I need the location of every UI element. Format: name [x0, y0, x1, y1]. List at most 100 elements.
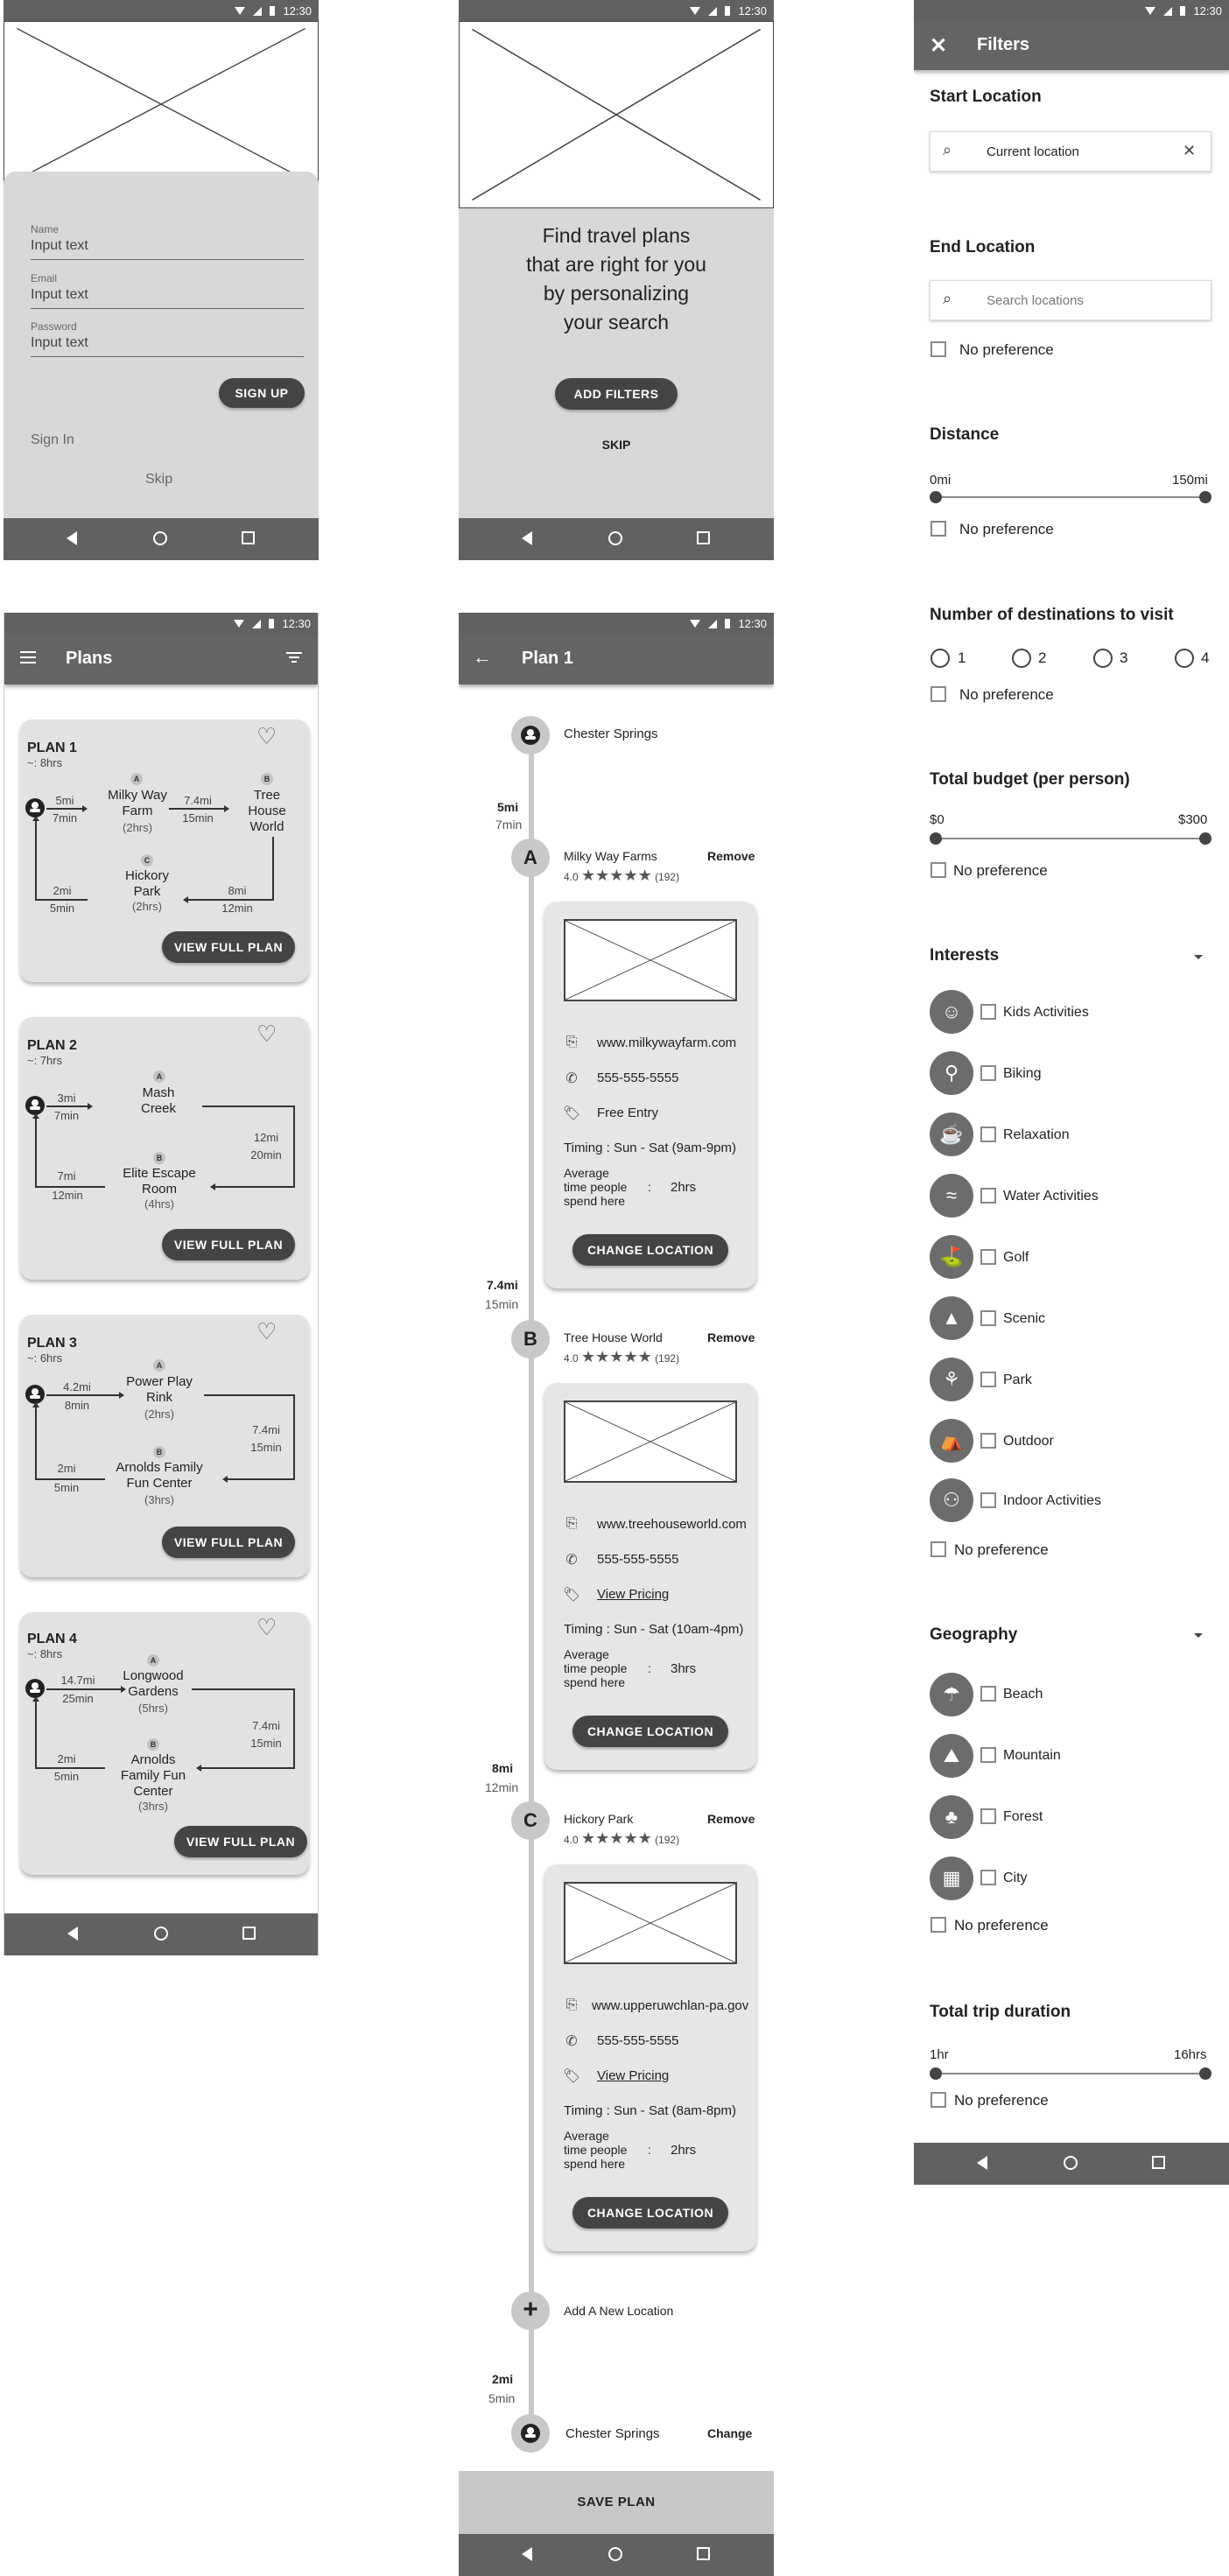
interest-checkbox-outdoor[interactable] — [980, 1433, 996, 1449]
slider-max-handle[interactable] — [1199, 832, 1211, 845]
geography-checkbox-city[interactable] — [980, 1870, 996, 1885]
destinations-radio-3[interactable] — [1093, 649, 1113, 668]
skip-link[interactable]: Skip — [145, 472, 172, 488]
interest-checkbox-water-activities[interactable] — [980, 1188, 996, 1204]
interest-checkbox-kids-activities[interactable] — [980, 1004, 996, 1020]
skip-button[interactable]: SKIP — [459, 438, 774, 452]
signin-link[interactable]: Sign In — [31, 432, 74, 448]
chevron-down-icon[interactable] — [1194, 1633, 1203, 1638]
interest-checkbox-park[interactable] — [980, 1372, 996, 1387]
view-full-plan-button[interactable]: VIEW FULL PLAN — [174, 1826, 307, 1857]
recents-nav-icon[interactable] — [242, 531, 255, 544]
interest-checkbox-relaxation[interactable] — [980, 1127, 996, 1142]
home-nav-icon[interactable] — [1064, 2156, 1078, 2170]
back-nav-icon[interactable] — [67, 1927, 78, 1941]
favorite-heart-icon[interactable]: ♡ — [256, 1614, 277, 1641]
change-location-button[interactable]: CHANGE LOCATION — [572, 2197, 728, 2229]
end-location-input[interactable]: ⌕ Search locations — [930, 280, 1211, 320]
plan-card-2[interactable]: PLAN 2 ~: 7hrs ♡ 3mi 7min A Mash Creek 1… — [20, 1017, 309, 1280]
interest-checkbox-biking[interactable] — [980, 1065, 996, 1081]
view-pricing-link[interactable]: View Pricing — [597, 1587, 669, 1602]
interest-checkbox-golf[interactable] — [980, 1249, 996, 1265]
distance-slider[interactable] — [930, 491, 1211, 503]
back-nav-icon[interactable] — [522, 2547, 532, 2561]
slider-min-handle[interactable] — [930, 491, 942, 503]
no-preference-checkbox[interactable] — [931, 521, 946, 537]
budget-slider[interactable] — [930, 832, 1211, 845]
no-preference-checkbox[interactable] — [931, 2092, 946, 2108]
slider-max-handle[interactable] — [1199, 2067, 1211, 2080]
change-end-button[interactable]: Change — [707, 2426, 752, 2440]
no-preference-checkbox[interactable] — [931, 1917, 946, 1933]
slider-min-handle[interactable] — [930, 2067, 942, 2080]
recents-nav-icon[interactable] — [242, 1927, 256, 1940]
favorite-heart-icon[interactable]: ♡ — [256, 1021, 277, 1048]
home-nav-icon[interactable] — [154, 1927, 168, 1941]
remove-button[interactable]: Remove — [707, 1330, 755, 1344]
favorite-heart-icon[interactable]: ♡ — [256, 1318, 277, 1345]
name-input[interactable]: Input text — [31, 238, 304, 260]
back-arrow-icon[interactable]: ← — [473, 646, 492, 669]
back-nav-icon[interactable] — [977, 2156, 987, 2170]
website-link[interactable]: www.milkywayfarm.com — [597, 1035, 736, 1050]
password-input[interactable]: Input text — [31, 335, 304, 357]
view-full-plan-button[interactable]: VIEW FULL PLAN — [162, 931, 295, 963]
destinations-radio-4[interactable] — [1175, 649, 1194, 668]
stop-image-placeholder — [564, 1400, 737, 1483]
recents-nav-icon[interactable] — [697, 531, 710, 544]
chevron-down-icon[interactable] — [1194, 955, 1203, 959]
signup-button[interactable]: SIGN UP — [219, 378, 305, 408]
destinations-radio-2[interactable] — [1012, 649, 1031, 668]
duration-slider[interactable] — [930, 2067, 1211, 2080]
geography-checkbox-beach[interactable] — [980, 1686, 996, 1702]
phone-number[interactable]: 555-555-5555 — [597, 1070, 678, 1085]
back-nav-icon[interactable] — [522, 531, 532, 545]
no-preference-checkbox[interactable] — [931, 862, 946, 878]
home-nav-icon[interactable] — [153, 531, 167, 545]
recents-nav-icon[interactable] — [1152, 2156, 1165, 2169]
geography-checkbox-mountain[interactable] — [980, 1747, 996, 1763]
change-location-button[interactable]: CHANGE LOCATION — [572, 1716, 728, 1747]
favorite-heart-icon[interactable]: ♡ — [256, 723, 277, 750]
start-location-input[interactable]: ⌕ Current location ✕ — [930, 131, 1211, 172]
geography-checkbox-forest[interactable] — [980, 1808, 996, 1824]
slider-max-handle[interactable] — [1199, 491, 1211, 503]
home-nav-icon[interactable] — [608, 531, 622, 545]
add-location-label[interactable]: Add A New Location — [564, 2304, 673, 2318]
destinations-radio-1[interactable] — [931, 649, 950, 668]
close-icon[interactable]: ✕ — [930, 33, 947, 59]
stop-a-name: Farm — [122, 804, 153, 818]
plan-card-4[interactable]: PLAN 4 ~: 8hrs ♡ 14.7mi 25min A Longwood… — [20, 1612, 309, 1875]
recents-nav-icon[interactable] — [697, 2547, 710, 2560]
plan-card-3[interactable]: PLAN 3 ~: 6hrs ♡ 4.2mi 8min A Power Play… — [20, 1315, 309, 1577]
view-pricing-link[interactable]: View Pricing — [597, 2068, 669, 2083]
clear-icon[interactable]: ✕ — [1183, 142, 1196, 160]
view-full-plan-button[interactable]: VIEW FULL PLAN — [162, 1229, 295, 1260]
no-preference-checkbox[interactable] — [931, 686, 946, 702]
email-input[interactable]: Input text — [31, 287, 304, 309]
interest-checkbox-scenic[interactable] — [980, 1310, 996, 1326]
no-preference-checkbox[interactable] — [931, 1541, 946, 1557]
filter-icon[interactable] — [286, 652, 302, 663]
plan-duration: ~: 8hrs — [27, 1647, 63, 1660]
change-location-button[interactable]: CHANGE LOCATION — [572, 1234, 728, 1266]
no-preference-checkbox[interactable] — [931, 341, 946, 357]
phone-number[interactable]: 555-555-5555 — [597, 2033, 678, 2048]
status-bar: 12:30 — [459, 613, 774, 634]
website-link[interactable]: www.treehouseworld.com — [597, 1517, 747, 1532]
menu-icon[interactable] — [20, 651, 36, 663]
remove-button[interactable]: Remove — [707, 849, 755, 863]
home-nav-icon[interactable] — [608, 2547, 622, 2561]
slider-min-handle[interactable] — [930, 832, 942, 845]
save-plan-button[interactable]: SAVE PLAN — [459, 2471, 774, 2534]
forest-icon: ♣ — [930, 1795, 973, 1839]
website-link[interactable]: www.upperuwchlan-pa.gov — [592, 1998, 748, 2013]
add-filters-button[interactable]: ADD FILTERS — [555, 378, 678, 410]
back-nav-icon[interactable] — [67, 531, 77, 545]
phone-number[interactable]: 555-555-5555 — [597, 1552, 678, 1567]
remove-button[interactable]: Remove — [707, 1812, 755, 1826]
plan-card-1[interactable]: PLAN 1 ~: 8hrs ♡ 5mi 7min A Milky Way Fa… — [20, 719, 309, 982]
add-location-button[interactable]: + — [511, 2292, 550, 2330]
interest-checkbox-indoor-activities[interactable] — [980, 1492, 996, 1508]
view-full-plan-button[interactable]: VIEW FULL PLAN — [162, 1527, 295, 1558]
